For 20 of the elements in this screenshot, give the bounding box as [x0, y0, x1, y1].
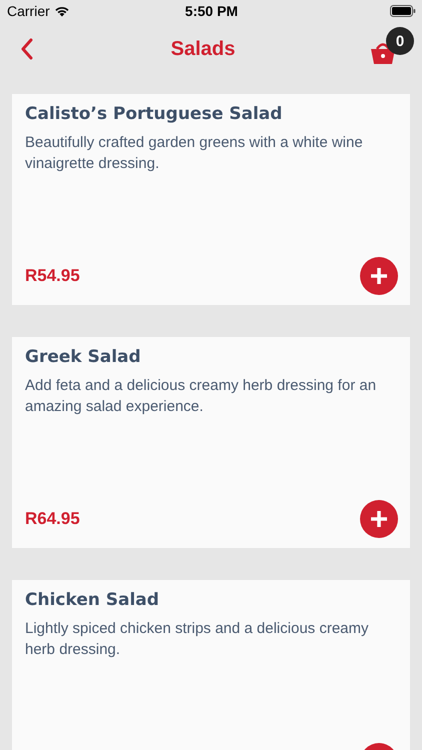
product-description: Lightly spiced chicken strips and a delicious creamy herb dressing. — [25, 619, 370, 660]
wifi-icon — [54, 5, 70, 17]
plus-icon — [370, 267, 388, 285]
carrier-label: Carrier — [7, 3, 50, 19]
add-button[interactable] — [360, 257, 398, 295]
status-time: 5:50 PM — [185, 3, 238, 19]
battery-icon — [390, 5, 416, 17]
product-name: Greek Salad — [25, 346, 142, 369]
back-icon — [20, 38, 34, 60]
product-description: Add feta and a delicious creamy herb dressing for an amazing salad experience. — [25, 376, 378, 417]
plus-icon — [370, 510, 388, 528]
product-price: R54.95 — [25, 266, 80, 286]
basket-icon[interactable] — [370, 43, 396, 65]
product-name: Calisto’s Portuguese Salad — [25, 103, 284, 126]
product-description: Beautifully crafted garden greens with a white wine vinaigrette dressing. — [25, 133, 364, 174]
product-name: Chicken Salad — [25, 589, 160, 612]
product-price: R64.95 — [25, 509, 80, 529]
add-button[interactable] — [360, 500, 398, 538]
cart-count-badge: 0 — [386, 27, 414, 55]
screen-title: Salads — [170, 38, 236, 60]
